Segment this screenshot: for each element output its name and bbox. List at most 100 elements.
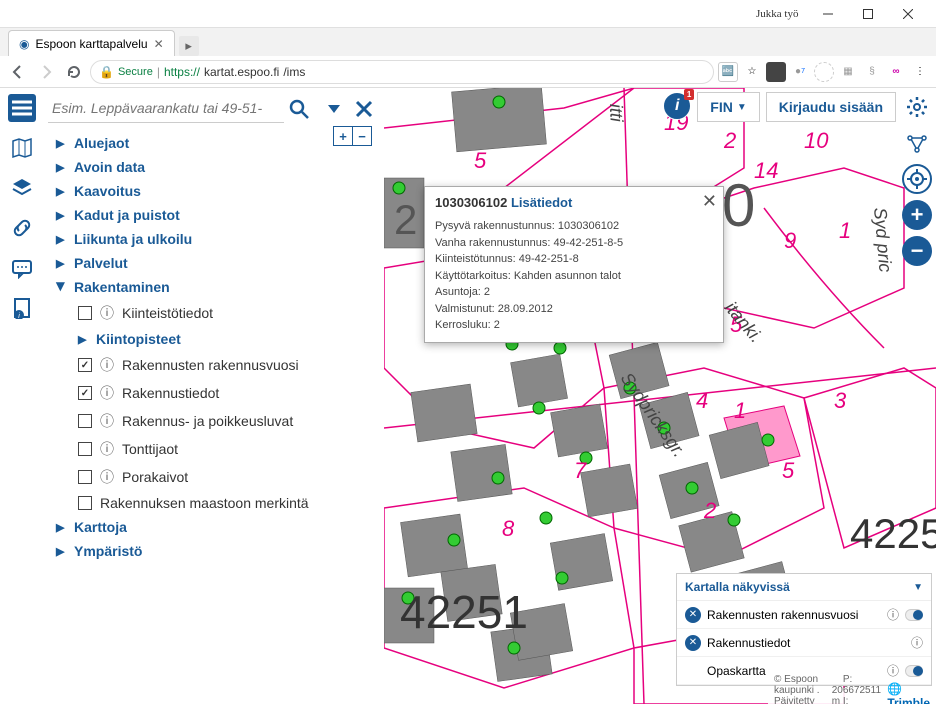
- info-icon[interactable]: ⓘ: [100, 411, 114, 431]
- reload-button[interactable]: [62, 60, 86, 84]
- expand-all-button[interactable]: +: [333, 126, 353, 146]
- info-icon[interactable]: ⓘ: [100, 303, 114, 323]
- layer-item-rakennuksen-maastoon-merkintä[interactable]: Rakennuksen maastoon merkintä: [72, 491, 384, 515]
- translate-icon[interactable]: 🔤: [718, 62, 738, 82]
- zoom-out-button[interactable]: −: [902, 236, 932, 266]
- scale: 20 m: [832, 685, 843, 704]
- caret-icon: ▶: [56, 137, 66, 150]
- checkbox[interactable]: [78, 442, 92, 456]
- clear-icon[interactable]: [352, 97, 376, 121]
- sidebar-item-avoin-data[interactable]: ▶Avoin data: [44, 155, 384, 179]
- ext3-icon[interactable]: [814, 62, 834, 82]
- info-page-icon[interactable]: i: [8, 294, 36, 322]
- svg-text:14: 14: [754, 158, 778, 183]
- zoom-in-button[interactable]: +: [902, 200, 932, 230]
- info-icon[interactable]: ⓘ: [100, 439, 114, 459]
- checkbox[interactable]: [78, 414, 92, 428]
- info-icon[interactable]: ⓘ: [887, 662, 899, 679]
- map-icon[interactable]: [8, 134, 36, 162]
- info-icon[interactable]: ⓘ: [911, 634, 923, 651]
- svg-text:8: 8: [502, 516, 515, 541]
- layer-name: Rakennusten rakennusvuosi: [707, 608, 881, 622]
- sidebar-label: Palvelut: [74, 255, 128, 271]
- svg-text:2: 2: [723, 128, 736, 153]
- layer-item-rakennustiedot[interactable]: ⓘ Rakennustiedot: [72, 379, 384, 407]
- layer-item-rakennusten-rakennusvuosi[interactable]: ⓘRakennusten rakennusvuosi: [72, 351, 384, 379]
- locate-icon[interactable]: [902, 164, 932, 194]
- layer-label: Rakennuksen maastoon merkintä: [100, 495, 309, 511]
- popup-details-link[interactable]: Lisätiedot: [511, 195, 572, 210]
- layer-item-kiintopisteet[interactable]: ▶Kiintopisteet: [72, 327, 384, 351]
- ext4-icon[interactable]: ▦: [838, 62, 858, 82]
- remove-layer-icon[interactable]: ✕: [685, 607, 701, 623]
- layer-item-porakaivot[interactable]: ⓘPorakaivot: [72, 463, 384, 491]
- svg-text:5: 5: [474, 148, 487, 173]
- measure-icon[interactable]: [902, 128, 932, 158]
- layers-icon[interactable]: [8, 174, 36, 202]
- link-icon[interactable]: [8, 214, 36, 242]
- feedback-icon[interactable]: [8, 254, 36, 282]
- layer-name: Rakennustiedot: [707, 636, 905, 650]
- layers-panel-title: Kartalla näkyvissä: [685, 580, 790, 594]
- layer-item-kiinteistötiedot[interactable]: ⓘ Kiinteistötiedot: [72, 299, 384, 327]
- map-canvas[interactable]: 5 2 1 4 5 7 8 2 1 5 3 12 10 19 9 6 14 42…: [384, 88, 936, 704]
- layer-label: Kiinteistötiedot: [122, 305, 213, 321]
- sidebar-item-kaavoitus[interactable]: ▶Kaavoitus: [44, 179, 384, 203]
- collapse-all-button[interactable]: −: [352, 126, 372, 146]
- map-footer: © Espoon kaupunki . Päivitetty 21.1.2018…: [768, 688, 936, 704]
- sidebar-label: Avoin data: [74, 159, 145, 175]
- sidebar-item-rakentaminen[interactable]: ▶Rakentaminen: [44, 275, 384, 299]
- info-icon[interactable]: ⓘ: [100, 383, 114, 403]
- remove-layer-icon[interactable]: ✕: [685, 635, 701, 651]
- sidebar-item-kadut-ja-puistot[interactable]: ▶Kadut ja puistot: [44, 203, 384, 227]
- checkbox[interactable]: [78, 358, 92, 372]
- window-maximize-button[interactable]: [848, 2, 888, 26]
- sidebar-item-ympäristö[interactable]: ▶Ympäristö: [44, 539, 384, 563]
- info-icon[interactable]: ⓘ: [100, 467, 114, 487]
- checkbox[interactable]: [78, 470, 92, 484]
- window-minimize-button[interactable]: [808, 2, 848, 26]
- forward-button[interactable]: [34, 60, 58, 84]
- ext2-icon[interactable]: ●7: [790, 62, 810, 82]
- new-tab-button[interactable]: ▸: [179, 36, 199, 56]
- sidebar-item-liikunta-ja-ulkoilu[interactable]: ▶Liikunta ja ulkoilu: [44, 227, 384, 251]
- info-button[interactable]: i1: [663, 92, 691, 120]
- language-button[interactable]: FIN▼: [697, 92, 759, 122]
- opacity-slider[interactable]: [905, 609, 923, 621]
- star-icon[interactable]: ☆: [742, 62, 762, 82]
- popup-close-icon[interactable]: ✕: [702, 191, 717, 212]
- checkbox[interactable]: [78, 496, 92, 510]
- sidebar-item-palvelut[interactable]: ▶ Palvelut: [44, 251, 384, 275]
- visible-layer-row: ✕ Rakennusten rakennusvuosi ⓘ: [677, 601, 931, 629]
- checkbox[interactable]: [78, 306, 92, 320]
- address-bar[interactable]: 🔒 Secure | https://kartat.espoo.fi/ims: [90, 60, 714, 84]
- popup-row: Kerrosluku: 2: [435, 317, 713, 334]
- info-icon[interactable]: ⓘ: [887, 606, 899, 623]
- ext6-icon[interactable]: ∞: [886, 62, 906, 82]
- chevron-down-icon[interactable]: ▼: [913, 582, 923, 593]
- opacity-slider[interactable]: [905, 665, 923, 677]
- caret-icon: ▶: [56, 257, 66, 270]
- layer-item-tonttijaot[interactable]: ⓘTonttijaot: [72, 435, 384, 463]
- info-icon[interactable]: ⓘ: [100, 355, 114, 375]
- svg-text:4: 4: [696, 388, 708, 413]
- window-close-button[interactable]: [888, 2, 928, 26]
- gear-icon[interactable]: [902, 92, 932, 122]
- layer-item-rakennus--ja-poikkeusluvat[interactable]: ⓘ Rakennus- ja poikkeusluvat: [72, 407, 384, 435]
- search-dropdown-icon[interactable]: [324, 99, 344, 119]
- layer-label: Rakennus- ja poikkeusluvat: [122, 413, 293, 429]
- layer-label: Rakennustiedot: [122, 385, 219, 401]
- menu-icon[interactable]: [8, 94, 36, 122]
- checkbox[interactable]: [78, 386, 92, 400]
- browser-tab[interactable]: ◉ Espoon karttapalvelu ✕: [8, 30, 175, 56]
- tab-close-icon[interactable]: ✕: [154, 37, 164, 51]
- back-button[interactable]: [6, 60, 30, 84]
- login-button[interactable]: Kirjaudu sisään: [766, 92, 896, 122]
- ext5-icon[interactable]: §: [862, 62, 882, 82]
- search-input[interactable]: [48, 94, 284, 123]
- browser-menu-icon[interactable]: ⋮: [910, 62, 930, 82]
- ext1-icon[interactable]: [766, 62, 786, 82]
- svg-text:itti: itti: [606, 103, 627, 123]
- search-icon[interactable]: [286, 96, 312, 122]
- sidebar-item-karttoja[interactable]: ▶Karttoja: [44, 515, 384, 539]
